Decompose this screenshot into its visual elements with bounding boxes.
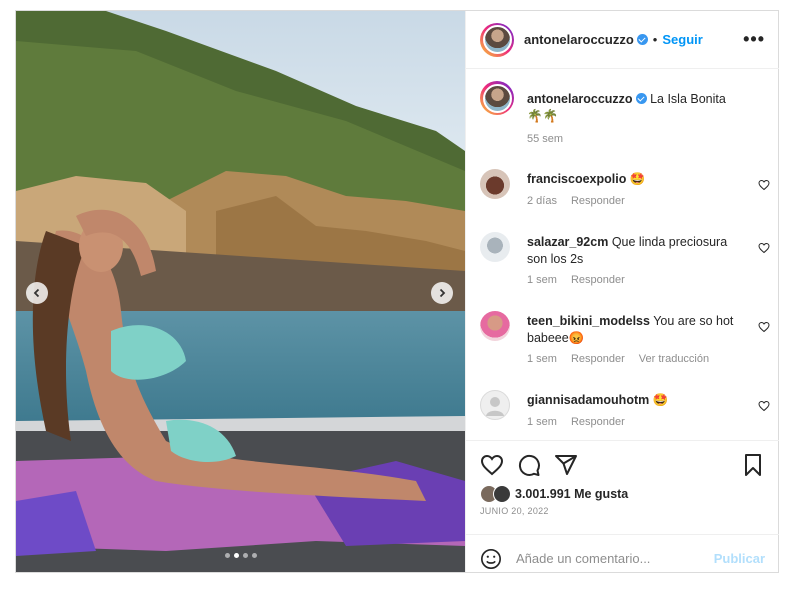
- comments-list: antonelaroccuzzo La Isla Bonita🌴🌴 55 sem…: [466, 69, 779, 429]
- commenter-avatar[interactable]: [480, 390, 510, 420]
- commenter-avatar[interactable]: [480, 169, 510, 199]
- heart-icon[interactable]: [758, 242, 770, 254]
- likes-count[interactable]: 3.001.991 Me gusta: [515, 487, 628, 501]
- comment-icon[interactable]: [517, 453, 541, 477]
- carousel-dot: [251, 553, 257, 558]
- instagram-post: antonelaroccuzzo • Seguir ••• antonelaro…: [15, 10, 779, 573]
- comment-time[interactable]: 2 días: [527, 195, 557, 207]
- post-header: antonelaroccuzzo • Seguir •••: [466, 11, 779, 69]
- reply-button[interactable]: Responder: [571, 416, 625, 428]
- comment-time[interactable]: 1 sem: [527, 274, 557, 286]
- default-avatar-icon: [486, 397, 504, 416]
- commenter-avatar[interactable]: [480, 311, 510, 341]
- post-media[interactable]: [16, 11, 465, 572]
- share-icon[interactable]: [554, 453, 578, 477]
- more-options-button[interactable]: •••: [743, 29, 765, 50]
- caption-username[interactable]: antonelaroccuzzo: [527, 92, 633, 106]
- save-bookmark-icon[interactable]: [741, 453, 765, 477]
- chevron-left-icon: [33, 288, 40, 298]
- carousel-dot: [224, 553, 230, 558]
- heart-icon[interactable]: [758, 179, 770, 191]
- comment-username[interactable]: giannisadamouhotm: [527, 393, 649, 407]
- author-username[interactable]: antonelaroccuzzo: [524, 32, 634, 47]
- post-actions: 3.001.991 Me gusta JUNIO 20, 2022 Añade …: [466, 440, 779, 569]
- heart-icon[interactable]: [758, 321, 770, 333]
- translate-button[interactable]: Ver traducción: [639, 353, 709, 365]
- carousel-dot-active: [233, 553, 239, 558]
- reply-button[interactable]: Responder: [571, 274, 625, 286]
- comment-time[interactable]: 1 sem: [527, 416, 557, 428]
- publish-button[interactable]: Publicar: [714, 551, 765, 566]
- reply-button[interactable]: Responder: [571, 195, 625, 207]
- carousel-dot: [242, 553, 248, 558]
- chevron-right-icon: [439, 288, 446, 298]
- avatar[interactable]: [480, 22, 514, 57]
- commenter-avatar[interactable]: [480, 232, 510, 262]
- carousel-indicator: [16, 553, 465, 558]
- like-heart-icon[interactable]: [480, 453, 504, 477]
- caption-avatar[interactable]: [480, 81, 514, 115]
- post-sidebar: antonelaroccuzzo • Seguir ••• antonelaro…: [465, 11, 779, 572]
- reply-button[interactable]: Responder: [571, 353, 625, 365]
- caption-time[interactable]: 55 sem: [527, 133, 563, 145]
- comment-time[interactable]: 1 sem: [527, 353, 557, 365]
- post-photo: [16, 11, 465, 572]
- post-date: JUNIO 20, 2022: [480, 506, 549, 516]
- separator: •: [652, 32, 658, 47]
- likes-summary[interactable]: 3.001.991 Me gusta: [480, 485, 628, 503]
- follow-button[interactable]: Seguir: [662, 32, 702, 47]
- comment-username[interactable]: franciscoexpolio: [527, 172, 626, 186]
- comment-text: 🤩: [629, 172, 646, 186]
- emoji-icon[interactable]: [480, 548, 502, 570]
- heart-icon[interactable]: [758, 400, 770, 412]
- previous-slide-button[interactable]: [26, 282, 48, 304]
- avatar-image: [482, 25, 512, 54]
- comment-input[interactable]: Añade un comentario...: [516, 551, 714, 566]
- liker-avatar: [493, 485, 511, 503]
- verified-badge-icon: [635, 93, 647, 104]
- verified-badge-icon: [636, 34, 648, 45]
- add-comment-bar: Añade un comentario... Publicar: [466, 534, 779, 582]
- comment-username[interactable]: teen_bikini_modelss: [527, 314, 650, 328]
- next-slide-button[interactable]: [431, 282, 453, 304]
- comment-username[interactable]: salazar_92cm: [527, 235, 608, 249]
- comment-text: 🤩: [652, 393, 669, 407]
